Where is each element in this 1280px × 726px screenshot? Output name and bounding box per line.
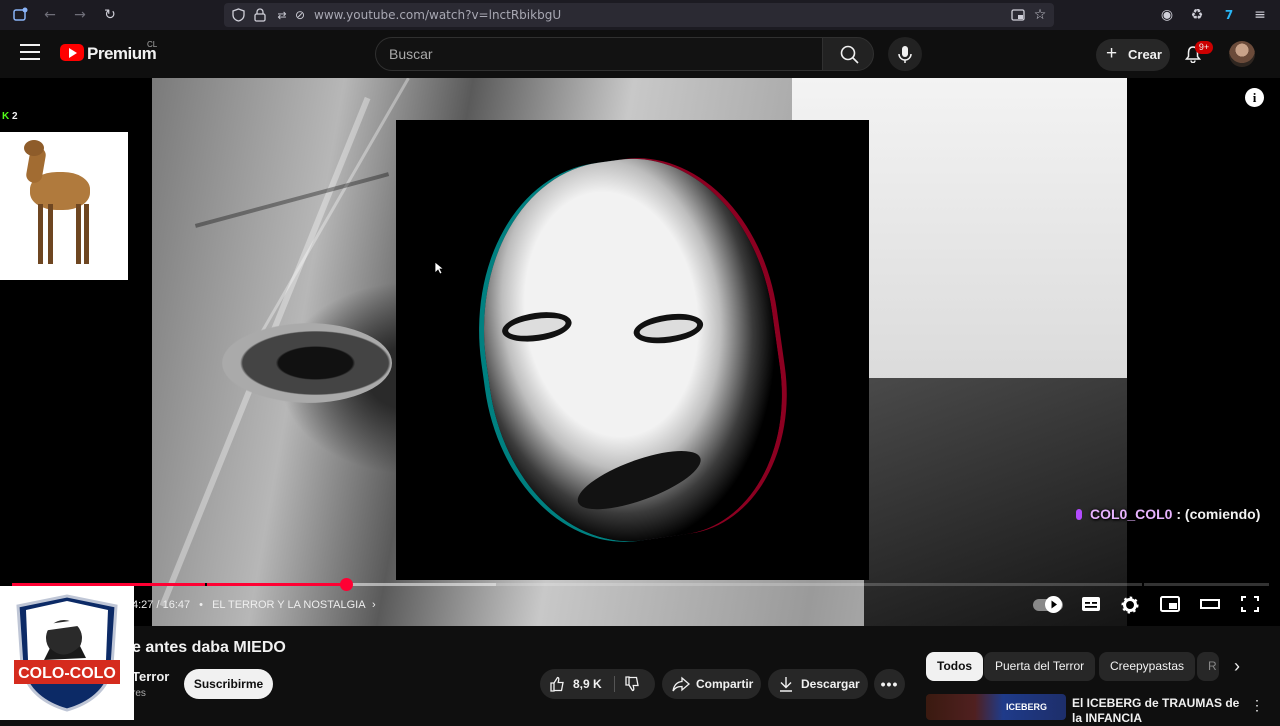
- colo-colo-text: COLO-COLO: [18, 665, 116, 682]
- mouse-cursor-icon: [434, 261, 444, 275]
- share-button[interactable]: Compartir: [662, 669, 761, 699]
- browser-menu-icon[interactable]: ≡: [1252, 7, 1268, 23]
- youtube-logo-icon[interactable]: [60, 44, 84, 61]
- chapter-title[interactable]: EL TERROR Y LA NOSTALGIA: [212, 599, 365, 611]
- channel-name[interactable]: Terror: [132, 669, 169, 684]
- search-input[interactable]: Buscar: [375, 37, 823, 71]
- share-icon: [672, 676, 690, 692]
- bookmark-star-icon[interactable]: ☆: [1032, 7, 1048, 23]
- notification-badge: 9+: [1195, 41, 1213, 54]
- tabs-icon[interactable]: [12, 6, 28, 22]
- create-label: Crear: [1128, 47, 1162, 62]
- account-icon[interactable]: ◉: [1159, 7, 1175, 23]
- chapter-marker: [1142, 583, 1144, 586]
- chat-overlay-message: COL0_COL0 : (comiendo): [1076, 506, 1260, 522]
- thumbs-down-icon: [625, 676, 639, 692]
- extensions-icon[interactable]: ♻: [1189, 7, 1205, 23]
- reload-icon[interactable]: ↻: [102, 7, 118, 23]
- subscribe-button[interactable]: Suscribirme: [184, 669, 273, 699]
- video-title: e antes daba MIEDO: [132, 639, 286, 656]
- chip-partial[interactable]: R: [1197, 652, 1219, 681]
- address-bar[interactable]: ⇄ ⊘ www.youtube.com/watch?v=lnctRbikbgU …: [224, 3, 1054, 27]
- search-placeholder: Buscar: [389, 46, 433, 62]
- miniplayer-icon[interactable]: [1160, 596, 1180, 612]
- recommended-title[interactable]: El ICEBERG de TRAUMAS de la INFANCIA: [1072, 696, 1242, 726]
- chip-creepypastas[interactable]: Creepypastas: [1099, 652, 1196, 681]
- download-button[interactable]: Descargar: [768, 669, 868, 699]
- shield-icon[interactable]: [230, 7, 246, 23]
- chat-text: : (comiendo): [1172, 506, 1261, 522]
- voice-search-button[interactable]: [888, 37, 922, 71]
- time-and-chapter: 4:27 / 16:47 • EL TERROR Y LA NOSTALGIA …: [132, 599, 376, 611]
- search-icon: [840, 45, 859, 64]
- info-icon[interactable]: i: [1245, 88, 1264, 107]
- kick-viewer-count: 2: [12, 111, 18, 122]
- theater-mode-icon[interactable]: [1200, 596, 1220, 612]
- thumbnail-text: ICEBERG: [1006, 702, 1048, 712]
- subtitles-icon[interactable]: [1081, 596, 1101, 612]
- autoplay-toggle[interactable]: [1033, 596, 1063, 613]
- plus-icon: +: [1106, 43, 1118, 64]
- chevron-right-icon[interactable]: ›: [1234, 656, 1240, 677]
- fullscreen-icon[interactable]: [1240, 596, 1260, 612]
- translate-extension-icon[interactable]: 7: [1221, 7, 1237, 23]
- chip-all[interactable]: Todos: [926, 652, 984, 681]
- picture-in-picture-icon[interactable]: [1010, 7, 1026, 23]
- video-eye-shape: [222, 323, 392, 403]
- more-horizontal-icon: •••: [880, 676, 899, 692]
- youtube-header: Premium CL Buscar + Crear 9+: [0, 30, 1280, 78]
- progress-bar[interactable]: [12, 578, 1269, 591]
- browser-toolbar: ← → ↻ ⇄ ⊘ www.youtube.com/watch?v=lnctRb…: [0, 0, 1280, 30]
- chip-puerta-del-terror[interactable]: Puerta del Terror: [984, 652, 1096, 681]
- search-button[interactable]: [822, 37, 874, 71]
- recommended-thumbnail[interactable]: ICEBERG: [926, 694, 1066, 720]
- more-actions-button[interactable]: •••: [874, 669, 905, 699]
- country-code: CL: [147, 40, 158, 49]
- kick-viewer-badge: K 2: [2, 111, 18, 122]
- back-icon[interactable]: ←: [42, 7, 58, 23]
- forward-icon[interactable]: →: [72, 7, 88, 23]
- deer-overlay-image: [0, 132, 128, 280]
- channel-subscribers: res: [132, 688, 146, 699]
- autoplay-blocked-icon[interactable]: ⊘: [292, 7, 308, 23]
- microphone-icon: [898, 46, 912, 63]
- menu-icon[interactable]: [20, 44, 40, 62]
- download-icon: [779, 676, 793, 692]
- video-inner-frame: [396, 120, 869, 580]
- chevron-right-icon[interactable]: ›: [372, 599, 376, 611]
- video-player[interactable]: K 2 i COL0_COL0 : (comiendo) 4:27 / 16:4…: [0, 78, 1280, 626]
- video-frame[interactable]: [152, 78, 1127, 626]
- microphone-icon: [1076, 509, 1082, 520]
- dislike-button[interactable]: [624, 676, 640, 692]
- download-label: Descargar: [801, 677, 860, 691]
- share-label: Compartir: [696, 677, 754, 691]
- avatar[interactable]: [1229, 41, 1255, 67]
- kick-icon: K: [2, 111, 10, 122]
- video-dark-area: [864, 378, 1127, 626]
- permissions-icon[interactable]: ⇄: [274, 7, 290, 23]
- time-display: 4:27 / 16:47: [132, 599, 191, 611]
- chapter-marker: [205, 583, 207, 586]
- thumbs-up-icon: [550, 676, 564, 692]
- like-button[interactable]: [549, 676, 565, 692]
- video-face-shape: [460, 141, 802, 559]
- more-vertical-icon[interactable]: ⋮: [1250, 697, 1264, 714]
- colo-colo-logo: COLO-COLO: [0, 586, 134, 720]
- settings-gear-icon[interactable]: [1121, 596, 1141, 614]
- url-text[interactable]: www.youtube.com/watch?v=lnctRbikbgU: [314, 8, 561, 22]
- lock-icon[interactable]: [252, 7, 268, 23]
- brand-label[interactable]: Premium: [87, 44, 157, 64]
- like-count[interactable]: 8,9 K: [573, 669, 602, 699]
- like-dislike-group: 8,9 K: [540, 669, 655, 699]
- create-button[interactable]: + Crear: [1096, 39, 1170, 71]
- chat-username: COL0_COL0: [1090, 506, 1173, 522]
